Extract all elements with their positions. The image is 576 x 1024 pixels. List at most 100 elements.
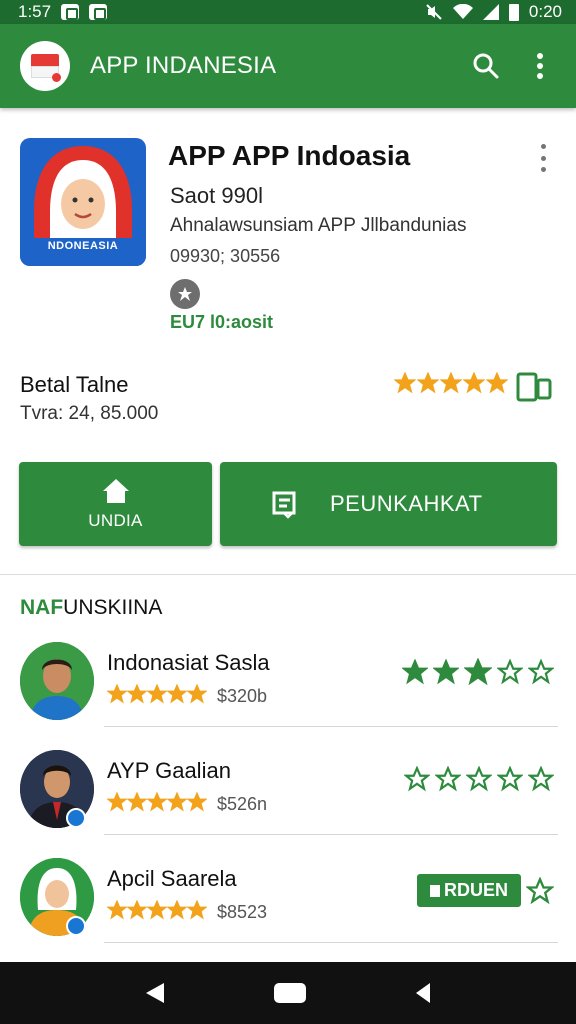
overflow-menu-button[interactable] bbox=[518, 44, 562, 88]
star-icon bbox=[126, 683, 148, 704]
star-outline-icon bbox=[528, 659, 554, 685]
star-outline-icon bbox=[435, 766, 461, 792]
item-price: $8523 bbox=[217, 902, 268, 922]
list-item[interactable]: Indonasiat Sasla $320b bbox=[0, 642, 576, 742]
star-icon bbox=[146, 683, 168, 704]
status-bar: 1:57 0:20 bbox=[0, 0, 576, 24]
star-outline-icon bbox=[404, 766, 430, 792]
battery-icon bbox=[508, 3, 519, 21]
star-outline-icon bbox=[497, 766, 523, 792]
rate-stars[interactable] bbox=[404, 766, 554, 792]
home-nav-icon[interactable] bbox=[273, 982, 307, 1004]
star-icon bbox=[146, 791, 168, 812]
star-outline-icon bbox=[528, 766, 554, 792]
star-outline-icon bbox=[466, 766, 492, 792]
status-tag[interactable]: RDUEN bbox=[416, 874, 521, 907]
item-rating: $320b bbox=[106, 683, 268, 709]
section-title: NAFUNSKIINA bbox=[20, 596, 162, 620]
item-name: AYP Gaalian bbox=[107, 758, 231, 783]
star-icon bbox=[166, 683, 188, 704]
rating-stars bbox=[106, 791, 208, 817]
star-icon bbox=[106, 683, 128, 704]
status-right: 0:20 bbox=[425, 2, 562, 22]
search-button[interactable] bbox=[464, 44, 508, 88]
download-label: PEUNKAHKAT bbox=[330, 491, 483, 516]
star-icon bbox=[486, 372, 508, 394]
star-outline-icon bbox=[497, 659, 523, 685]
app-icon[interactable]: NDONEASIA bbox=[20, 138, 146, 266]
list-item[interactable]: AYP Gaalian $526n bbox=[0, 750, 576, 850]
app-developer[interactable]: Saot 990l bbox=[170, 183, 263, 209]
star-icon bbox=[417, 372, 439, 394]
install-button[interactable]: UNDIA bbox=[19, 462, 212, 546]
app-count: 09930; 30556 bbox=[170, 246, 281, 266]
app-bar: APP INDANESIA bbox=[0, 24, 576, 108]
app-name: APP APP Indoasia bbox=[168, 140, 411, 171]
list-divider bbox=[104, 942, 558, 943]
section-title-text: UNSKIINA bbox=[63, 596, 163, 619]
star-icon bbox=[166, 899, 188, 920]
device-icon[interactable] bbox=[516, 370, 552, 402]
section-prefix: NAF bbox=[20, 596, 64, 619]
star-filled-icon bbox=[433, 659, 459, 685]
verified-icon bbox=[66, 808, 86, 828]
section-divider bbox=[0, 574, 576, 575]
star-icon bbox=[126, 791, 148, 812]
status-left: 1:57 bbox=[18, 2, 108, 22]
stat-title: Betal Talne bbox=[20, 372, 129, 397]
list-divider bbox=[104, 834, 558, 835]
tag-label: RDUEN bbox=[443, 880, 508, 900]
status-time: 1:57 bbox=[18, 2, 52, 21]
star-filled-icon bbox=[402, 659, 428, 685]
star-icon bbox=[394, 372, 416, 394]
item-price: $320b bbox=[217, 686, 268, 706]
status-clock: 0:20 bbox=[528, 2, 562, 21]
download-button[interactable]: PEUNKAHKAT bbox=[220, 462, 557, 546]
navigation-bar bbox=[0, 962, 576, 1024]
notification-icon bbox=[61, 4, 80, 20]
app-icon-label: NDONEASIA bbox=[47, 240, 119, 252]
item-rating: $8523 bbox=[106, 899, 268, 925]
app-more-button[interactable] bbox=[532, 144, 554, 172]
verified-icon bbox=[66, 916, 86, 936]
star-icon bbox=[186, 899, 208, 920]
wifi-icon bbox=[452, 4, 473, 19]
star-icon bbox=[106, 899, 128, 920]
star-icon bbox=[106, 791, 128, 812]
search-icon bbox=[473, 53, 499, 79]
app-rating-stars bbox=[394, 372, 508, 394]
signal-icon bbox=[482, 4, 499, 20]
item-name: Apcil Saarela bbox=[107, 866, 237, 891]
home-icon bbox=[102, 479, 129, 503]
star-icon bbox=[166, 791, 188, 812]
item-actions: RDUEN bbox=[416, 874, 554, 907]
avatar bbox=[20, 642, 94, 720]
recents-icon[interactable] bbox=[414, 981, 432, 1005]
item-name: Indonasiat Sasla bbox=[107, 650, 270, 675]
receipt-icon bbox=[272, 491, 296, 519]
star-filled-icon bbox=[464, 658, 492, 686]
star-outline-icon[interactable] bbox=[526, 876, 554, 905]
item-price: $526n bbox=[217, 794, 268, 814]
rating-stars bbox=[106, 683, 208, 709]
badge-icon bbox=[170, 279, 200, 309]
badge-text: EU7 l0:aosit bbox=[170, 312, 274, 332]
star-icon bbox=[186, 791, 208, 812]
star-icon bbox=[146, 899, 168, 920]
stat-subtitle: Tvra: 24, 85.000 bbox=[20, 403, 159, 424]
app-description: Ahnalawsunsiam APP Jllbandunias bbox=[170, 215, 467, 236]
back-icon[interactable] bbox=[144, 981, 166, 1005]
star-icon bbox=[126, 899, 148, 920]
app-bar-title: APP INDANESIA bbox=[90, 52, 277, 79]
app-logo[interactable] bbox=[20, 41, 70, 91]
item-rating: $526n bbox=[106, 791, 268, 817]
list-item[interactable]: Apcil Saarela $8523 RDUEN bbox=[0, 858, 576, 958]
list-divider bbox=[104, 726, 558, 727]
star-icon bbox=[440, 372, 462, 394]
rating-stars bbox=[106, 899, 208, 925]
rate-stars[interactable] bbox=[402, 658, 554, 686]
star-icon bbox=[463, 372, 485, 394]
more-vert-icon bbox=[537, 53, 543, 79]
star-icon bbox=[186, 683, 208, 704]
install-label: UNDIA bbox=[88, 511, 143, 530]
